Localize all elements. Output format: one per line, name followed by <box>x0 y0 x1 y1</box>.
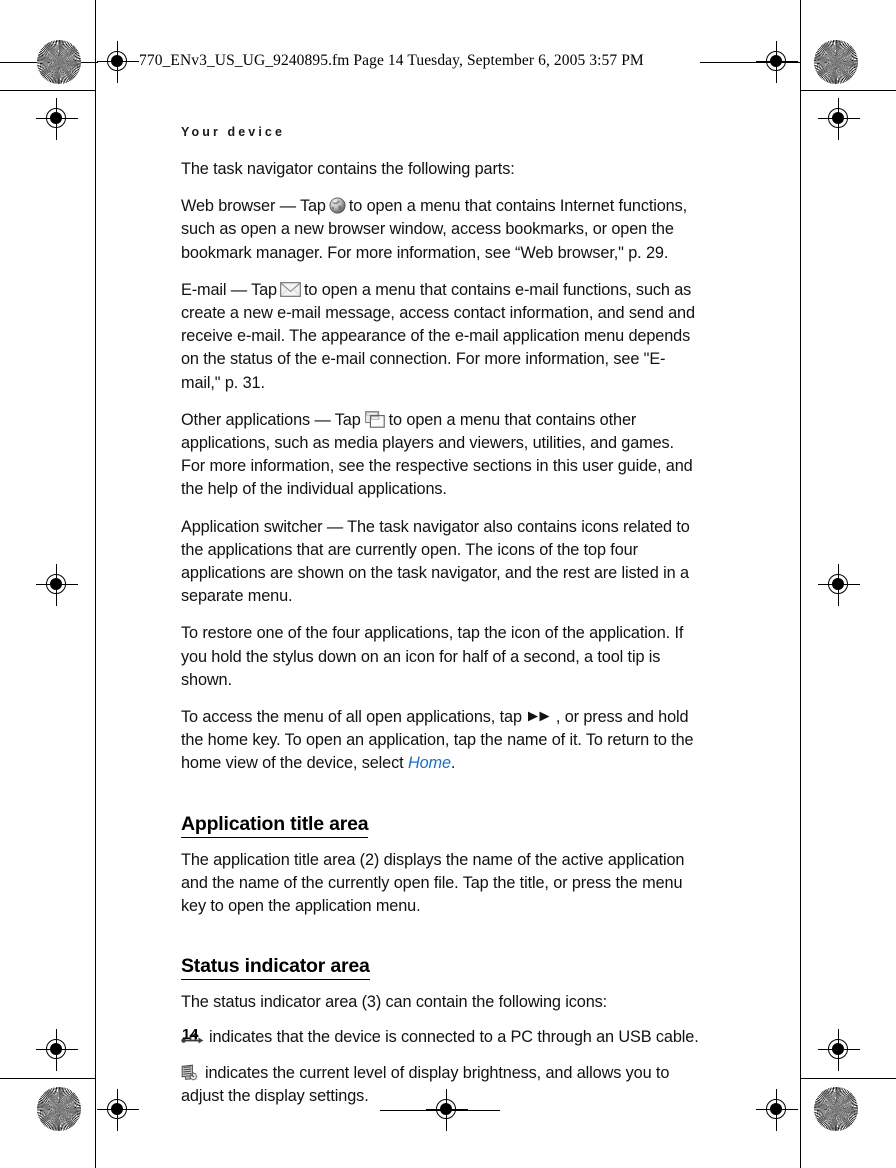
paragraph-web-browser: Web browser — Tap to open a menu that co… <box>181 195 701 265</box>
registration-crosshair-target <box>36 564 78 606</box>
color-registration-rosette <box>814 40 858 84</box>
stacked-windows-icon <box>364 410 385 428</box>
paragraph-intro: The task navigator contains the followin… <box>181 160 515 178</box>
color-registration-rosette <box>37 1087 81 1131</box>
registration-crosshair-target <box>97 41 139 83</box>
access-menu-end-text: . <box>450 754 456 773</box>
registration-crosshair-target <box>756 41 798 83</box>
document-filename-header: 770_ENv3_US_UG_9240895.fm Page 14 Tuesda… <box>139 52 644 69</box>
status-indicator-area-heading-wrap: Status indicator area <box>181 932 701 991</box>
trim-line-top-left <box>0 90 95 91</box>
registration-crosshair-target <box>818 564 860 606</box>
heading-application-title-area: Application title area <box>181 812 369 838</box>
other-applications-lead-text: Other applications — Tap <box>181 410 361 429</box>
registration-crosshair-target <box>756 1089 798 1131</box>
color-registration-rosette <box>37 40 81 84</box>
page-number: 14 <box>182 1026 199 1043</box>
trim-line-bottom-right <box>800 1078 896 1079</box>
status-item-brightness: indicates the current level of display b… <box>181 1062 701 1108</box>
color-registration-rosette <box>814 1087 858 1131</box>
registration-crosshair-target <box>36 1029 78 1071</box>
paragraph-application-switcher: Application switcher — The task navigato… <box>181 517 690 606</box>
trim-line-right <box>800 0 801 1168</box>
access-menu-lead-text: To access the menu of all open applicati… <box>181 708 522 727</box>
header-rule-right <box>700 62 800 63</box>
page-text-column: The task navigator contains the followin… <box>181 158 701 1122</box>
header-rule-left <box>0 62 98 63</box>
paragraph-status-indicator-intro: The status indicator area (3) can contai… <box>181 993 608 1012</box>
trim-line-top-right <box>800 90 896 91</box>
registration-crosshair-target <box>818 1029 860 1071</box>
registration-crosshair-target <box>36 98 78 140</box>
usb-status-text: indicates that the device is connected t… <box>209 1028 699 1047</box>
paragraph-access-menu: To access the menu of all open applicati… <box>181 706 701 776</box>
registration-crosshair-target <box>97 1089 139 1131</box>
paragraph-restore-application: To restore one of the four applications,… <box>181 624 684 689</box>
home-link[interactable]: Home <box>408 754 451 772</box>
running-header-chapter-title: Your device <box>181 125 286 139</box>
paragraph-email: E-mail — Tap to open a menu that contain… <box>181 279 701 395</box>
email-lead-text: E-mail — Tap <box>181 280 277 299</box>
paragraph-application-title-area: The application title area (2) displays … <box>181 850 685 916</box>
application-title-area-heading-wrap: Application title area <box>181 790 701 849</box>
display-brightness-icon <box>181 1064 198 1082</box>
paragraph-other-applications: Other applications — Tap to open a menu … <box>181 409 701 502</box>
registration-crosshair-target <box>818 98 860 140</box>
fast-forward-icon <box>527 706 551 722</box>
globe-icon <box>329 197 346 214</box>
heading-status-indicator-area: Status indicator area <box>181 954 370 981</box>
trim-line-left <box>95 0 96 1168</box>
web-browser-lead-text: Web browser — Tap <box>181 197 326 216</box>
status-item-usb: indicates that the device is connected t… <box>181 1026 701 1049</box>
trim-line-bottom-left <box>0 1078 95 1079</box>
envelope-icon <box>280 281 301 297</box>
brightness-status-text: indicates the current level of display b… <box>181 1063 670 1105</box>
